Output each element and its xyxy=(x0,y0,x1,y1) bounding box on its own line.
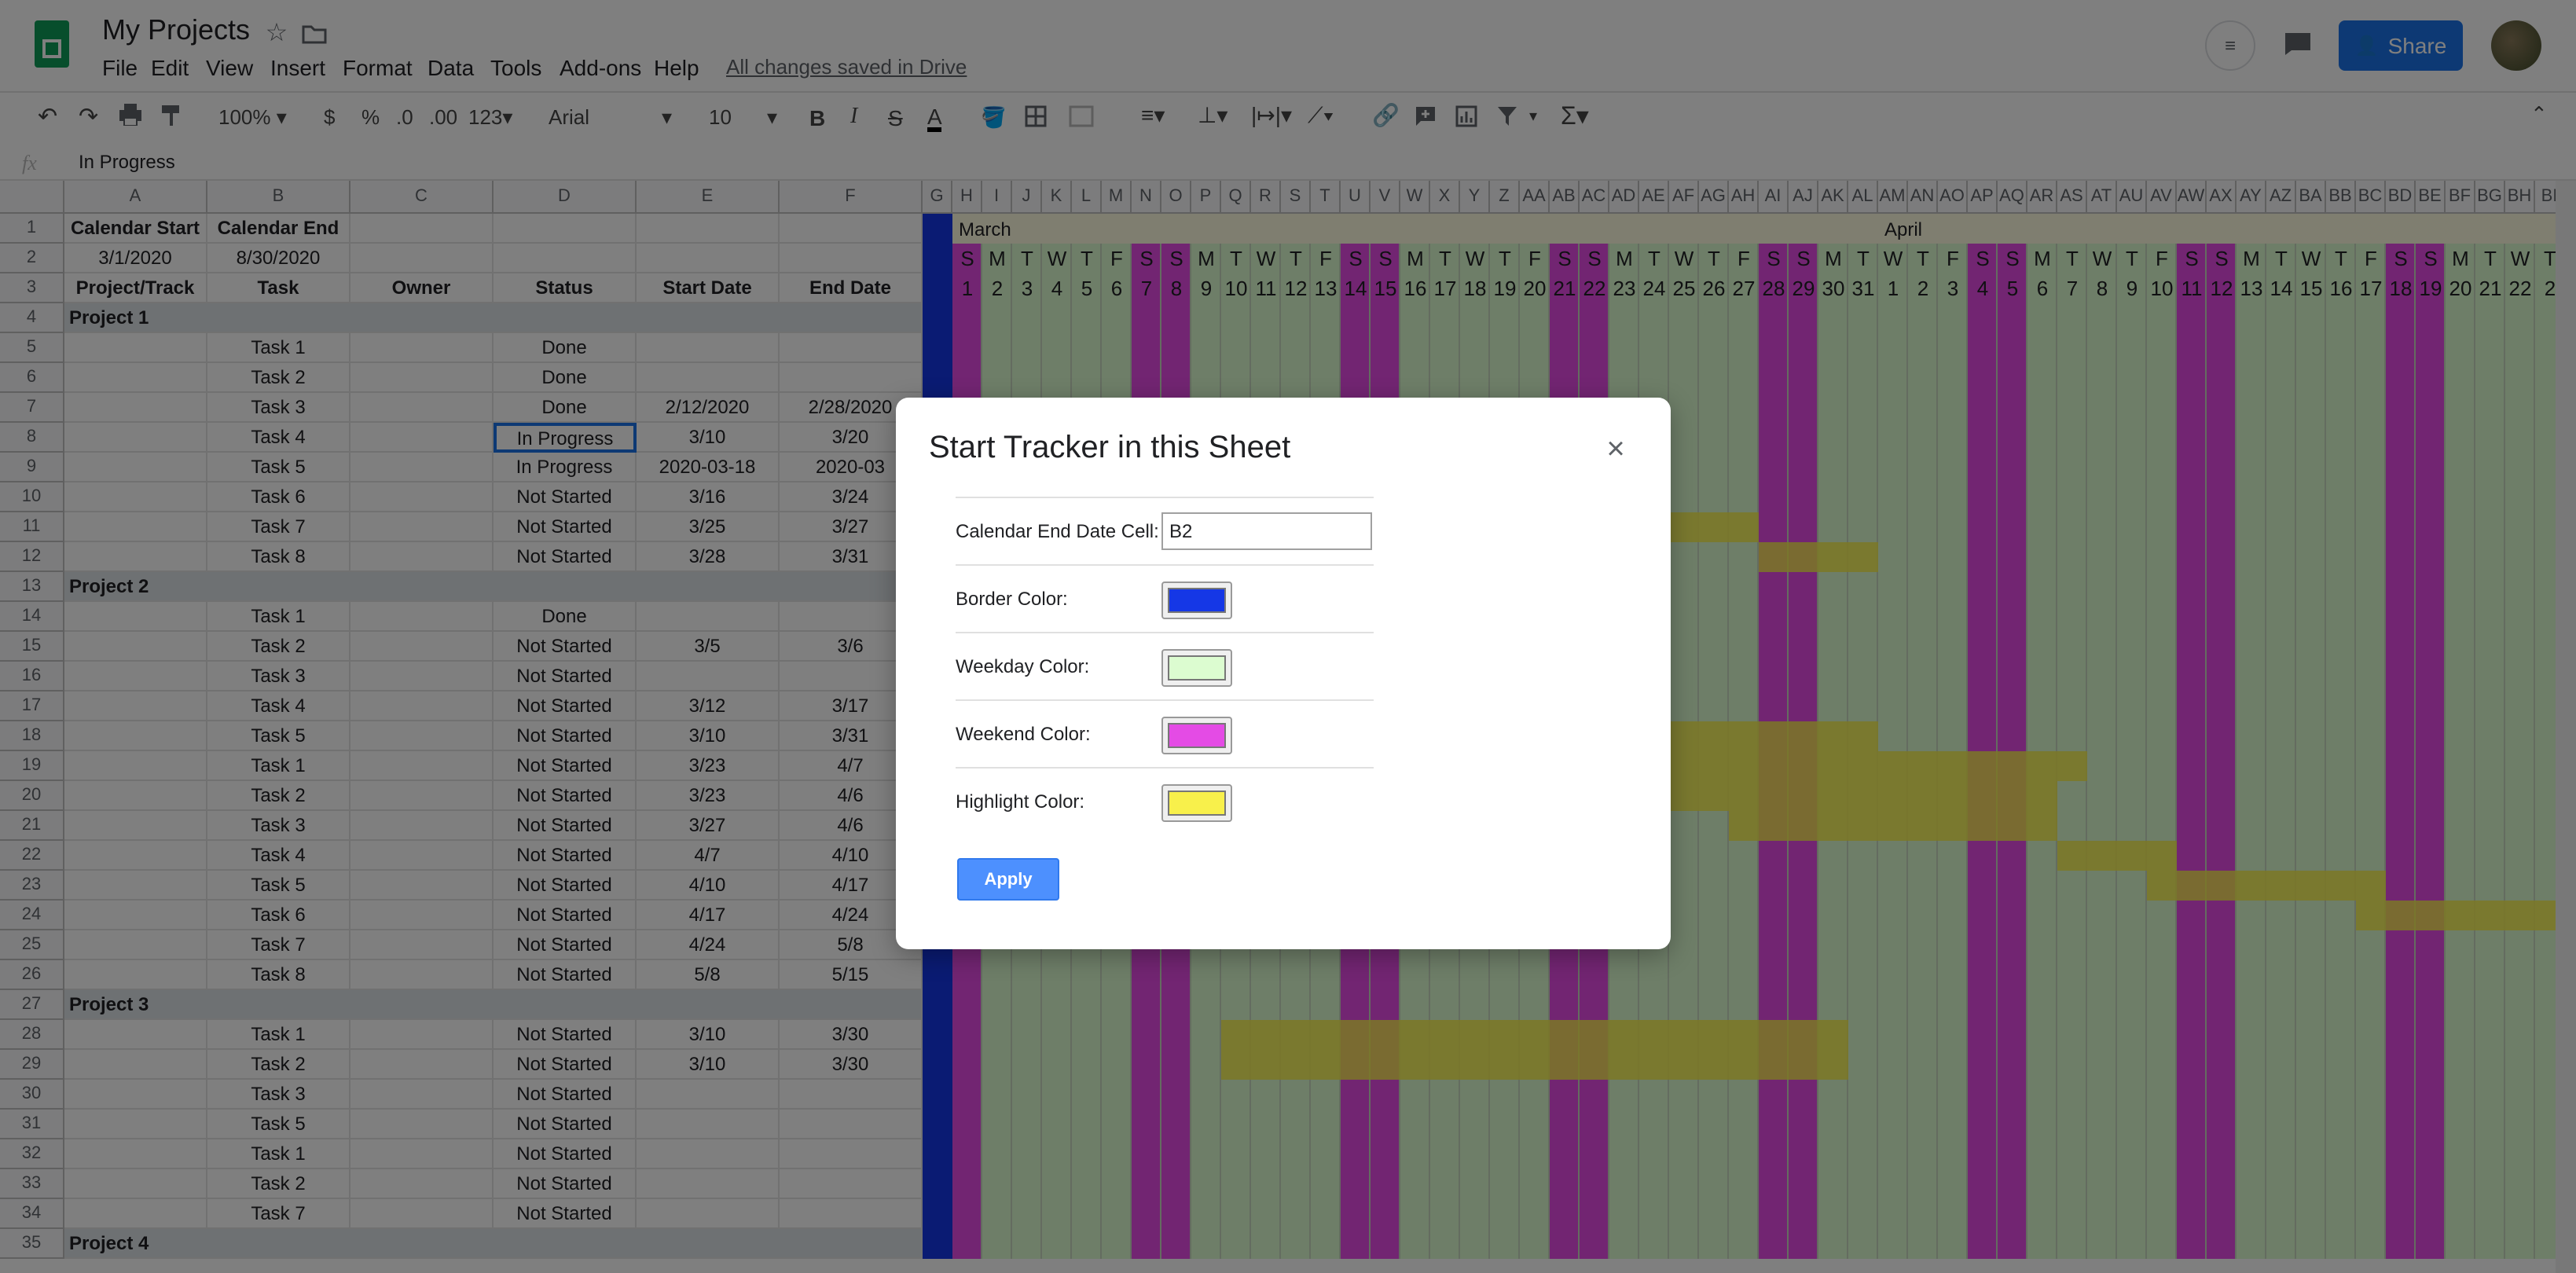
weekday-color-picker[interactable] xyxy=(1161,649,1232,687)
border-color-label: Border Color: xyxy=(956,588,1068,610)
highlight-color-label: Highlight Color: xyxy=(956,791,1085,813)
highlight-color-swatch xyxy=(1168,791,1226,816)
weekday-color-swatch xyxy=(1168,655,1226,681)
weekend-color-swatch xyxy=(1168,723,1226,748)
border-color-picker[interactable] xyxy=(1161,581,1232,619)
field-row-calendar-end: Calendar End Date Cell: xyxy=(956,497,1374,564)
weekend-color-label: Weekend Color: xyxy=(956,723,1091,745)
highlight-color-picker[interactable] xyxy=(1161,784,1232,822)
field-row-weekend-color: Weekend Color: xyxy=(956,699,1374,767)
weekend-color-picker[interactable] xyxy=(1161,717,1232,754)
apply-button[interactable]: Apply xyxy=(957,858,1059,901)
field-row-highlight-color: Highlight Color: xyxy=(956,767,1374,835)
border-color-swatch xyxy=(1168,588,1226,613)
field-row-border-color: Border Color: xyxy=(956,564,1374,632)
field-row-weekday-color: Weekday Color: xyxy=(956,632,1374,699)
dialog-title: Start Tracker in this Sheet xyxy=(929,431,1291,465)
calendar-end-label: Calendar End Date Cell: xyxy=(956,520,1159,542)
calendar-end-date-input[interactable] xyxy=(1161,512,1372,550)
close-icon[interactable]: × xyxy=(1598,431,1633,467)
start-tracker-dialog: Start Tracker in this Sheet × Calendar E… xyxy=(896,398,1671,949)
weekday-color-label: Weekday Color: xyxy=(956,655,1090,677)
